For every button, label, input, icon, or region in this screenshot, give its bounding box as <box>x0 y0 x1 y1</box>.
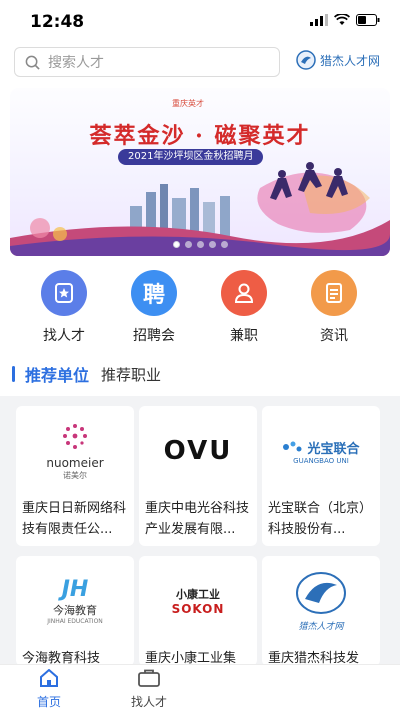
home-icon <box>40 668 58 687</box>
signal-icon <box>310 14 328 26</box>
company-logo: JH 今海教育 JINHAI EDUCATION <box>16 556 134 646</box>
carousel-dot[interactable] <box>196 241 204 248</box>
status-icons <box>310 14 380 26</box>
company-name: 光宝联合（北京）科技股份有... <box>268 501 373 537</box>
company-name: 重庆中电光谷科技产业发展有限... <box>145 501 250 537</box>
jinhai-logo-icon: JH <box>61 577 89 602</box>
carousel-indicator <box>10 241 390 248</box>
bottom-nav-label: 首页 <box>36 695 61 709</box>
wifi-icon <box>334 14 350 25</box>
bottom-nav-find-talent[interactable]: 找人才 <box>114 669 184 710</box>
bottom-nav-home[interactable]: 首页 <box>14 668 84 710</box>
battery-icon <box>356 14 380 26</box>
quick-nav-label: 招聘会 <box>133 328 175 344</box>
company-logo-text: OVU <box>163 436 233 466</box>
tab-recommended-companies[interactable]: 推荐单位 <box>25 362 89 386</box>
company-logo-sub: 诺美尔 <box>63 470 87 480</box>
banner-carousel[interactable]: 重庆英才 荟萃金沙 · 磁聚英才 2021年沙坪坝区金秋招聘月 <box>10 88 390 256</box>
banner-logo-text: 重庆英才 <box>172 99 204 108</box>
company-logo: OVU <box>139 406 257 496</box>
company-logo-text: 猎杰人才网 <box>298 621 344 632</box>
company-card[interactable]: nuomeier 诺美尔 重庆日日新网络科技有限责任公... <box>16 406 134 546</box>
company-logo-text: 今海教育 <box>52 604 97 617</box>
company-logo-text: 光宝联合 <box>307 441 360 457</box>
quick-nav-find-talent[interactable]: 找人才 <box>24 270 104 345</box>
tab-recommended-jobs[interactable]: 推荐职业 <box>101 364 161 385</box>
company-card[interactable]: JH 今海教育 JINHAI EDUCATION 今海教育科技 <box>16 556 134 666</box>
company-grid: nuomeier 诺美尔 重庆日日新网络科技有限责任公... OVU 重庆中电光… <box>0 396 400 666</box>
quick-nav-part-time[interactable]: 兼职 <box>204 270 284 345</box>
banner-title: 荟萃金沙 · 磁聚英才 <box>89 123 311 149</box>
document-icon <box>311 270 357 316</box>
company-name: 今海教育科技 <box>22 651 101 666</box>
bottom-nav: 首页 找人才 <box>0 664 400 710</box>
person-icon <box>221 270 267 316</box>
company-logo-text: nuomeier <box>46 455 104 470</box>
search-placeholder: 搜索人才 <box>48 55 104 71</box>
brand-link[interactable]: 猎杰人才网 <box>296 50 380 70</box>
company-card[interactable]: 光宝联合 GUANGBAO UNI 光宝联合（北京）科技股份有... <box>262 406 380 546</box>
carousel-dot[interactable] <box>184 241 192 248</box>
status-bar: 12:48 <box>0 0 400 44</box>
company-name: 重庆日日新网络科技有限责任公... <box>22 501 127 537</box>
company-logo-sub: SOKON <box>171 602 225 616</box>
company-logo: 猎杰人才网 <box>262 556 380 646</box>
company-logo-sub: GUANGBAO UNI <box>293 456 349 465</box>
company-logo: 光宝联合 GUANGBAO UNI <box>262 406 380 496</box>
carousel-dot[interactable] <box>220 241 228 248</box>
brand-name: 猎杰人才网 <box>320 53 381 68</box>
bottom-nav-label: 找人才 <box>130 695 167 709</box>
banner-subtitle: 2021年沙坪坝区金秋招聘月 <box>118 149 264 165</box>
company-card[interactable]: 小康工业 SOKON 重庆小康工业集 <box>139 556 257 666</box>
company-card[interactable]: OVU 重庆中电光谷科技产业发展有限... <box>139 406 257 546</box>
quick-nav-label: 找人才 <box>43 328 85 344</box>
company-name: 重庆猎杰科技发 <box>268 651 360 666</box>
guangbao-logo-icon <box>283 441 302 452</box>
tab-indicator <box>12 366 15 382</box>
carousel-dot[interactable] <box>172 241 180 248</box>
quick-nav-label: 资讯 <box>320 328 348 344</box>
carousel-dot[interactable] <box>208 241 216 248</box>
search-icon <box>25 55 40 70</box>
company-logo-text: 小康工业 <box>175 588 220 601</box>
company-logo-sub: JINHAI EDUCATION <box>47 618 103 625</box>
company-logo: 小康工业 SOKON <box>139 556 257 646</box>
quick-nav-news[interactable]: 资讯 <box>294 270 374 345</box>
search-input[interactable]: 搜索人才 <box>14 47 280 77</box>
brand-logo-icon <box>296 50 316 70</box>
star-card-icon <box>41 270 87 316</box>
company-card[interactable]: 猎杰人才网 重庆猎杰科技发 <box>262 556 380 666</box>
nuomeier-logo-icon <box>63 423 87 449</box>
banner-logo: 重庆英才 <box>172 98 204 109</box>
company-logo: nuomeier 诺美尔 <box>16 406 134 496</box>
quick-nav: 找人才 聘 招聘会 兼职 资讯 <box>0 270 400 350</box>
quick-nav-label: 兼职 <box>230 328 258 344</box>
status-time: 12:48 <box>30 12 85 32</box>
company-name: 重庆小康工业集 <box>145 651 237 666</box>
pin-character-icon: 聘 <box>131 270 177 316</box>
briefcase-icon <box>138 669 160 687</box>
recommend-tabs: 推荐单位 推荐职业 <box>12 362 161 386</box>
liejie-logo-icon <box>296 571 346 614</box>
banner-artwork <box>10 162 390 256</box>
quick-nav-job-fair[interactable]: 聘 招聘会 <box>114 270 194 345</box>
